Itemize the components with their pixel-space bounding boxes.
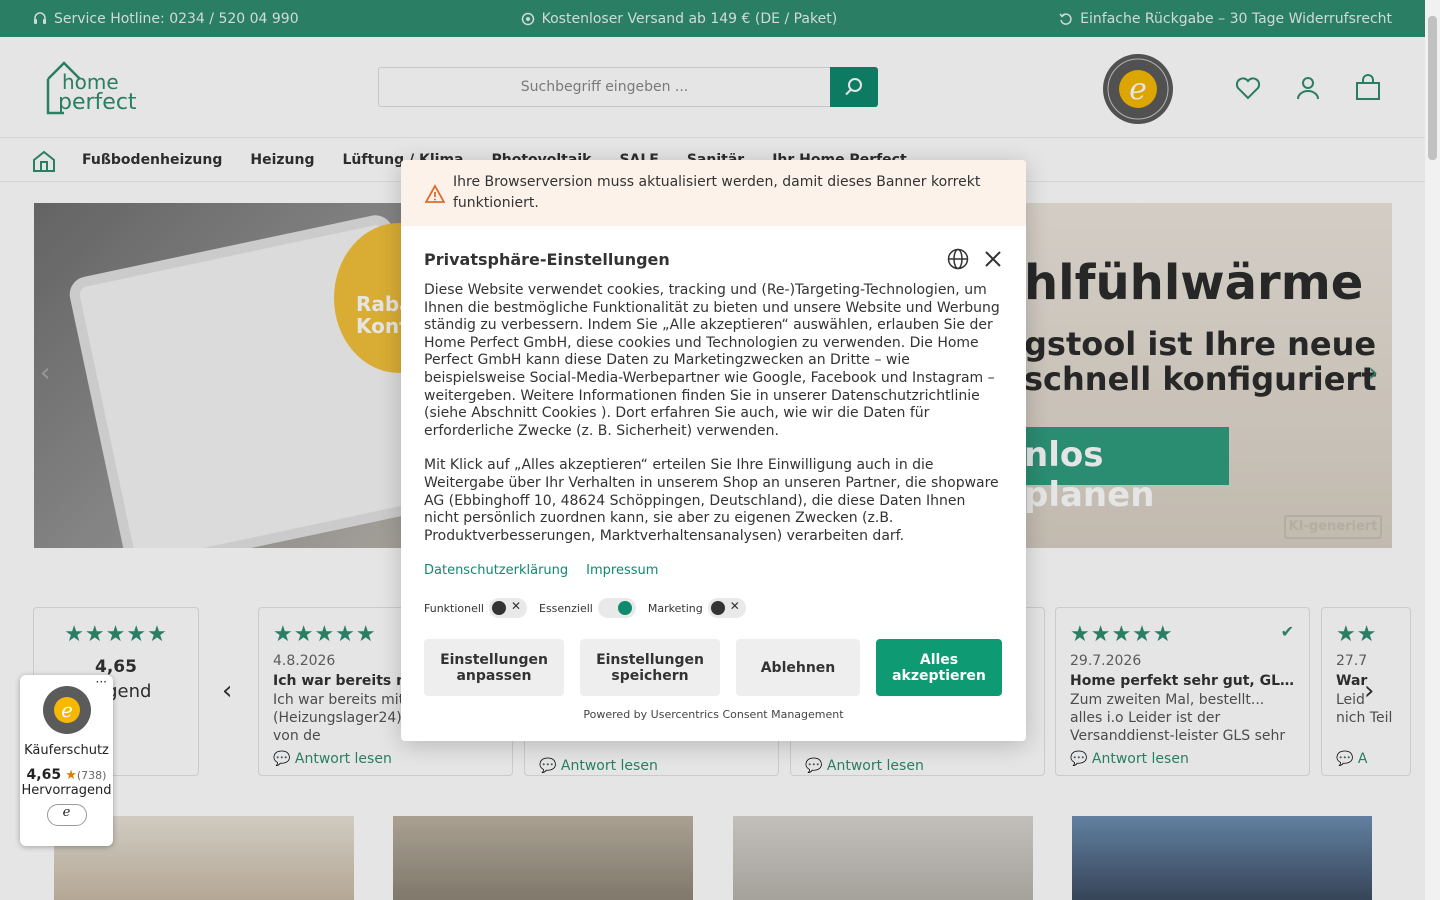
close-icon[interactable]	[983, 249, 1003, 269]
warning-icon	[425, 184, 445, 203]
consent-title: Privatsphäre-Einstellungen	[424, 249, 670, 269]
toggle-funktionell[interactable]: ✕	[489, 598, 527, 619]
consent-toggles: Funktionell ✕ Essenziell Marketing ✕	[424, 598, 1003, 619]
language-icon[interactable]	[947, 248, 969, 270]
powered-by-text: Powered by Usercentrics Consent Manageme…	[583, 708, 844, 722]
widget-grade: Hervorragend	[21, 783, 112, 798]
toggle-label-essenziell: Essenziell	[539, 601, 593, 615]
toggle-label-funktionell: Funktionell	[424, 601, 484, 615]
browser-warning: Ihre Browserversion muss aktualisiert we…	[401, 160, 1026, 226]
toggle-label-marketing: Marketing	[647, 601, 703, 615]
widget-count: (738)	[76, 769, 107, 782]
imprint-link[interactable]: Impressum	[586, 563, 658, 578]
reject-button[interactable]: Ablehnen	[736, 639, 860, 697]
consent-dialog: Ihre Browserversion muss aktualisiert we…	[401, 160, 1026, 741]
toggle-e-icon[interactable]: e	[46, 804, 87, 826]
customize-settings-button[interactable]: Einstellungen anpassen	[424, 639, 564, 697]
warning-text: Ihre Browserversion muss aktualisiert we…	[453, 174, 981, 211]
save-settings-button[interactable]: Einstellungen speichern	[580, 639, 720, 697]
consent-paragraph-2: Mit Klick auf „Alles akzeptieren“ erteil…	[424, 457, 999, 544]
trusted-shops-icon: e	[42, 686, 91, 734]
toggle-essenziell[interactable]	[597, 598, 636, 619]
more-icon[interactable]: ···	[96, 675, 107, 689]
privacy-link[interactable]: Datenschutzerklärung	[424, 563, 568, 578]
svg-text:e: e	[61, 698, 73, 722]
widget-label: Käuferschutz	[24, 743, 109, 758]
scrollbar-thumb[interactable]	[1428, 16, 1437, 160]
trusted-shops-widget[interactable]: ··· e Käuferschutz 4,65 ★(738) Hervorrag…	[20, 675, 113, 846]
widget-score: 4,65	[26, 767, 62, 783]
accept-all-button[interactable]: Alles akzeptieren	[876, 639, 1002, 697]
page-scrollbar[interactable]	[1425, 0, 1440, 900]
consent-paragraph-1: Diese Website verwendet cookies, trackin…	[424, 282, 1000, 439]
star-icon: ★	[65, 768, 77, 783]
toggle-marketing[interactable]: ✕	[707, 598, 746, 619]
